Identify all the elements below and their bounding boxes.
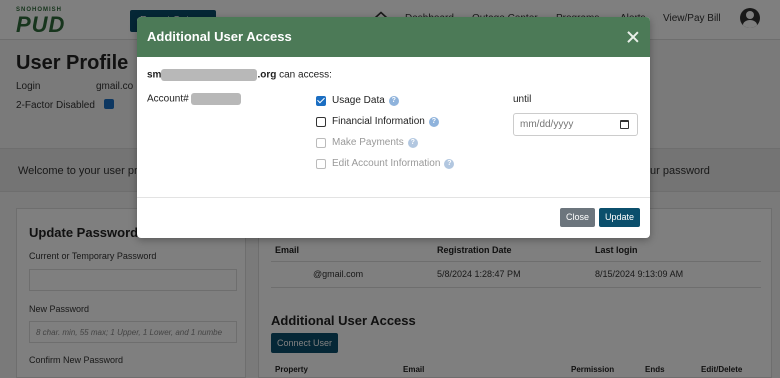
- help-icon[interactable]: ?: [407, 137, 418, 148]
- permission-label: Financial Information: [332, 116, 425, 127]
- account-line: Account#: [147, 93, 242, 105]
- usage-data-checkbox[interactable]: [316, 95, 326, 106]
- permission-financial-information[interactable]: Financial Information ?: [316, 116, 439, 127]
- edit-account-information-checkbox: [316, 158, 326, 169]
- modal-footer-divider: [137, 197, 650, 198]
- close-icon[interactable]: [625, 29, 641, 45]
- permission-label: Edit Account Information: [332, 158, 441, 169]
- until-label: until: [513, 94, 532, 105]
- permission-label: Usage Data: [332, 95, 385, 106]
- access-email-line: sm .org can access:: [147, 69, 332, 81]
- make-payments-checkbox: [316, 137, 326, 148]
- help-icon[interactable]: ?: [444, 158, 455, 169]
- calendar-icon[interactable]: [620, 120, 629, 129]
- account-label: Account#: [147, 93, 189, 105]
- redacted-account-number: [191, 93, 242, 105]
- redacted-email: [161, 69, 258, 81]
- modal-header: Additional User Access: [137, 17, 650, 57]
- help-icon[interactable]: ?: [428, 116, 439, 127]
- modal-title: Additional User Access: [147, 29, 292, 44]
- permission-make-payments: Make Payments ?: [316, 137, 418, 148]
- close-button[interactable]: Close: [560, 208, 596, 227]
- financial-information-checkbox[interactable]: [316, 116, 326, 127]
- update-button[interactable]: Update: [599, 208, 641, 227]
- email-suffix: .org: [257, 69, 277, 81]
- help-icon[interactable]: ?: [388, 95, 399, 106]
- email-prefix: sm: [147, 69, 162, 81]
- permission-edit-account-information: Edit Account Information ?: [316, 158, 455, 169]
- can-access-text: can access:: [279, 69, 332, 81]
- additional-user-access-modal: Additional User Access sm .org can access…: [137, 17, 650, 238]
- permission-usage-data[interactable]: Usage Data ?: [316, 95, 399, 106]
- permission-label: Make Payments: [332, 137, 404, 148]
